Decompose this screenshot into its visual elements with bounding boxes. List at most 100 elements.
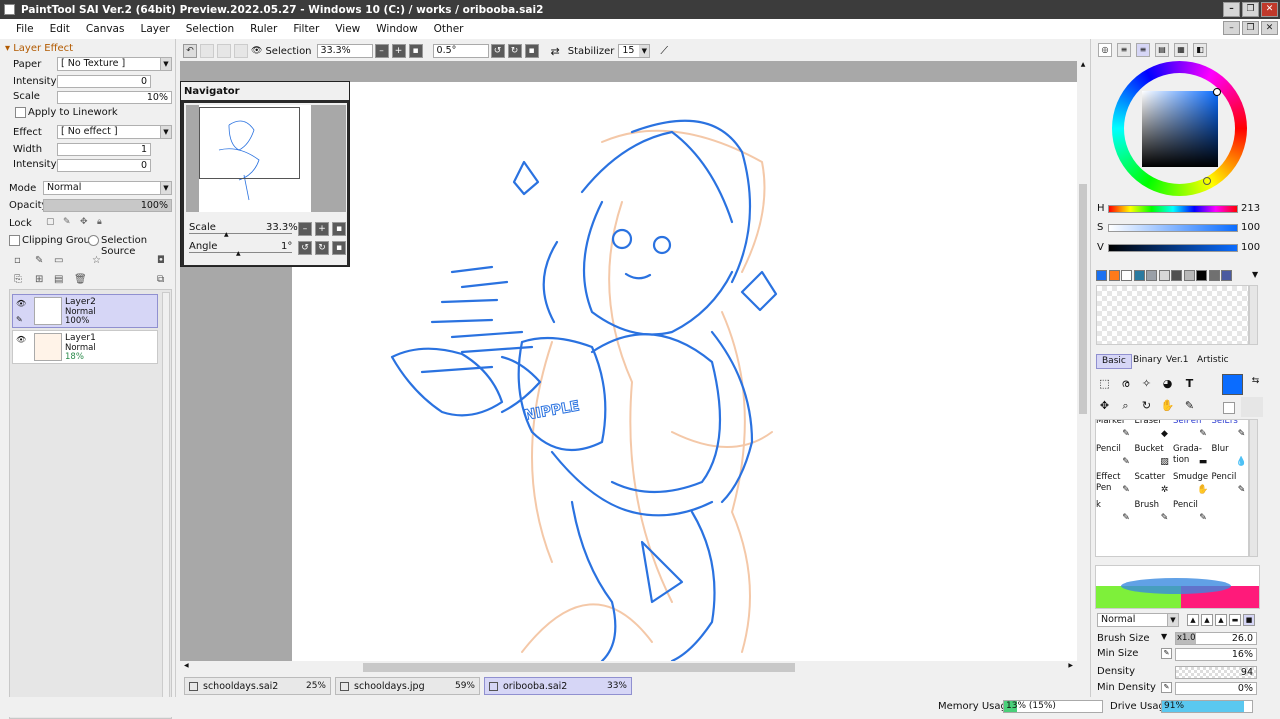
menu-window[interactable]: Window [368, 23, 425, 35]
lasso-icon[interactable]: ര [1118, 376, 1133, 391]
color-swatch[interactable] [1096, 270, 1107, 281]
flip-icon[interactable]: ⇄ [551, 45, 560, 58]
brush-shape-3[interactable]: ▲ [1215, 614, 1227, 626]
minimize-button[interactable]: – [1223, 2, 1240, 17]
zoom-out-button[interactable]: – [374, 44, 389, 58]
sv-cursor[interactable] [1213, 88, 1221, 96]
menu-other[interactable]: Other [426, 23, 472, 35]
brush-cell[interactable]: Bucket ▨ [1135, 444, 1173, 470]
color-swatch[interactable] [1146, 270, 1157, 281]
width-field[interactable]: 1 [57, 143, 151, 156]
merge-down-icon[interactable]: ⊞ [35, 274, 43, 285]
apply-linework-checkbox[interactable] [15, 107, 26, 118]
swatch-menu-icon[interactable]: ▼ [1252, 270, 1258, 279]
rect-select-icon[interactable]: ⬚ [1097, 376, 1112, 391]
min-density-field[interactable]: 0% [1175, 682, 1257, 695]
scroll-left-icon[interactable]: ◀ [184, 662, 189, 669]
sv-square[interactable] [1142, 91, 1218, 167]
doc-minimize-button[interactable]: – [1223, 21, 1240, 35]
value-slider[interactable] [1108, 244, 1238, 252]
density-field[interactable]: 94 [1175, 666, 1257, 679]
vertical-scroll-thumb[interactable] [1079, 184, 1087, 414]
rotation-dropdown[interactable]: 0.5° [432, 44, 489, 58]
swap-colors-icon[interactable]: ⇆ [1248, 374, 1263, 389]
text-tool-icon[interactable]: T [1182, 376, 1197, 391]
apply-effect-icon[interactable]: ☆ [92, 255, 101, 266]
brush-cell[interactable]: Pencil ✎ [1173, 500, 1211, 526]
layer-effect-header[interactable]: ▾ Layer Effect [5, 43, 73, 54]
rotate-icon[interactable]: ↻ [1139, 398, 1154, 413]
magic-wand-icon[interactable]: ✧ [1139, 376, 1154, 391]
brush-cell[interactable] [1212, 500, 1249, 526]
zoom-icon[interactable]: ⌕ [1118, 398, 1133, 413]
rotate-reset-button[interactable]: ▪ [524, 44, 539, 58]
transparent-color-swatch[interactable] [1241, 397, 1263, 417]
tab-schooldays-sai2[interactable]: schooldays.sai2 25% [184, 677, 331, 695]
color-swatch[interactable] [1196, 270, 1207, 281]
lock-move-icon[interactable]: ✥ [80, 217, 88, 227]
paper-dropdown[interactable]: [ No Texture ] ▼ [57, 57, 172, 71]
zoom-in-button[interactable]: + [391, 44, 406, 58]
color-swatch[interactable] [1171, 270, 1182, 281]
doc-restore-button[interactable]: ❐ [1242, 21, 1259, 35]
mask-icon[interactable]: ◘ [157, 255, 165, 266]
scratchpad-scrollbar[interactable] [1249, 285, 1258, 345]
brush-shape-2[interactable]: ▲ [1201, 614, 1213, 626]
brush-cell[interactable]: k ✎ [1096, 500, 1134, 526]
menu-layer[interactable]: Layer [132, 23, 177, 35]
brush-cell[interactable]: Pencil ✎ [1096, 444, 1134, 470]
color-wheel-tab-icon[interactable]: ◎ [1098, 43, 1112, 57]
hue-cursor[interactable] [1203, 177, 1211, 185]
lock-paint-icon[interactable]: ✎ [63, 217, 71, 227]
intensity2-field[interactable]: 0 [57, 159, 151, 172]
brush-size-multiplier[interactable]: x1.0 [1176, 633, 1196, 644]
straight-line-icon[interactable]: ⟋ [660, 44, 668, 58]
zoom-reset-button[interactable]: ▪ [408, 44, 423, 58]
zoom-dropdown[interactable]: 33.3% [316, 44, 373, 58]
menu-ruler[interactable]: Ruler [242, 23, 285, 35]
scroll-right-icon[interactable]: ▶ [1068, 662, 1073, 669]
nav-zoom-reset-button[interactable]: ▪ [332, 222, 346, 236]
deselect-icon[interactable] [217, 44, 231, 58]
eyedropper-icon[interactable]: ✎ [1182, 398, 1197, 413]
min-size-field[interactable]: 16% [1175, 648, 1257, 661]
navigator-preview[interactable] [186, 105, 346, 212]
min-size-pressure-icon[interactable]: ✎ [1161, 648, 1172, 659]
menu-filter[interactable]: Filter [285, 23, 327, 35]
maximize-button[interactable]: ❐ [1242, 2, 1259, 17]
hue-slider[interactable] [1108, 205, 1238, 213]
move-icon[interactable]: ✥ [1097, 398, 1112, 413]
redo-icon[interactable] [200, 44, 214, 58]
navigator-viewport[interactable] [199, 107, 300, 179]
canvas-paper[interactable]: NIPPLE [292, 82, 1077, 661]
canvas-horizontal-scrollbar[interactable]: ◀ ▶ [180, 661, 1077, 674]
brush-cell[interactable]: Blur 💧 [1212, 444, 1249, 470]
invert-selection-icon[interactable] [234, 44, 248, 58]
canvas-vertical-scrollbar[interactable]: ▲ [1077, 61, 1089, 661]
eye-icon[interactable]: 👁︎ [16, 335, 30, 346]
color-swatch[interactable] [1158, 270, 1170, 281]
brush-shape-4[interactable]: ▬ [1229, 614, 1241, 626]
brush-cell[interactable]: Effect Pen ✎ [1096, 472, 1134, 498]
brush-cell[interactable]: Pencil ✎ [1212, 472, 1249, 498]
tab-oribooba-sai2[interactable]: oribooba.sai2 33% [484, 677, 632, 695]
menu-file[interactable]: File [0, 23, 42, 35]
brush-cell[interactable]: Scatter ✲ [1135, 472, 1173, 498]
brush-cell[interactable]: SelPen ✎ [1173, 420, 1211, 442]
brush-size-field[interactable]: x1.0 26.0 [1175, 632, 1257, 645]
lock-transparency-icon[interactable]: ▢ [46, 217, 55, 227]
trash-icon[interactable]: 🗑︎ [74, 274, 87, 285]
horizontal-scroll-thumb[interactable] [363, 663, 795, 672]
tab-artistic[interactable]: Artistic [1192, 354, 1234, 369]
swatch-tab-icon[interactable]: ▦ [1174, 43, 1188, 57]
menu-view[interactable]: View [327, 23, 368, 35]
close-button[interactable]: ✕ [1261, 2, 1278, 17]
color-swatch[interactable] [1183, 270, 1195, 281]
nav-zoom-in-button[interactable]: + [315, 222, 329, 236]
new-linework-layer-icon[interactable]: ✎ [35, 255, 43, 266]
mode-dropdown[interactable]: Normal ▼ [43, 181, 172, 195]
eye-icon[interactable]: 👁︎ [16, 299, 30, 310]
layer-list-scrollbar[interactable] [162, 292, 170, 716]
lock-all-icon[interactable]: 🔒︎ [97, 217, 102, 227]
tab-schooldays-jpg[interactable]: schooldays.jpg 59% [335, 677, 480, 695]
